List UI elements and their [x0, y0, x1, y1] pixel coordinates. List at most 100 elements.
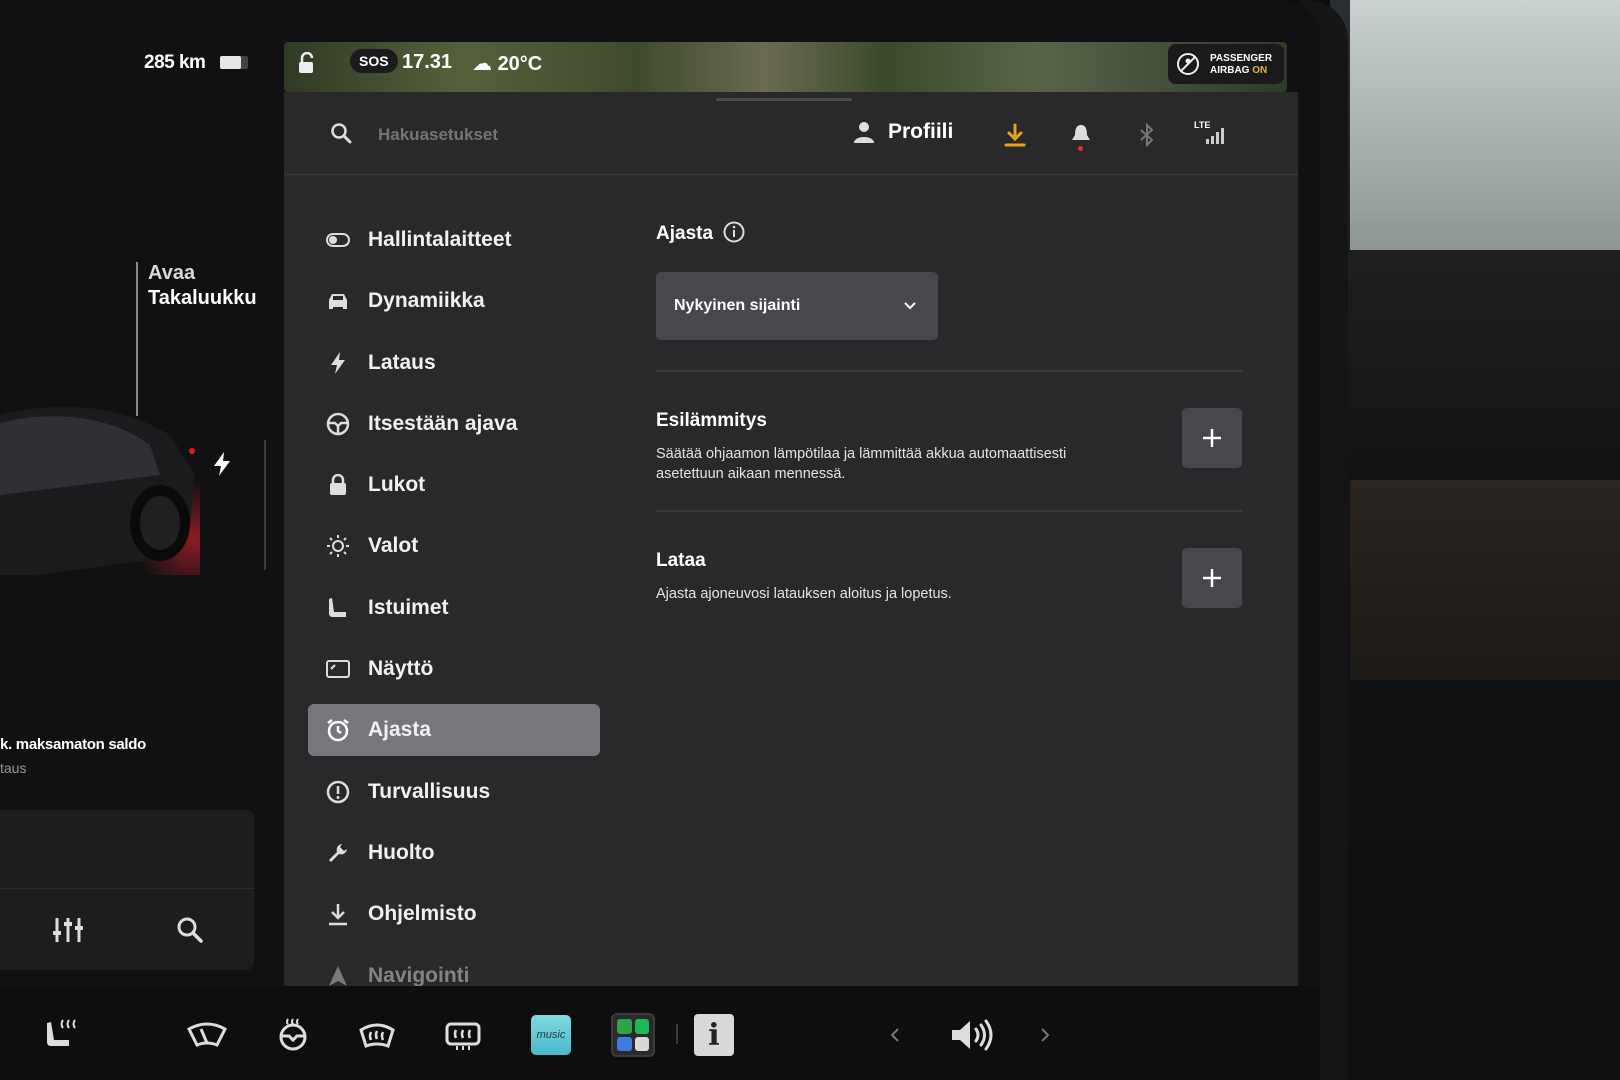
amazon-music-app[interactable]: music	[526, 1010, 576, 1060]
volume-icon[interactable]	[948, 1010, 998, 1060]
bluetooth-app-tile	[617, 1036, 632, 1051]
nav-label: Ajasta	[368, 718, 432, 742]
windshield-wiper-icon[interactable]	[182, 1010, 232, 1060]
nav-item-lukot[interactable]: Lukot	[308, 459, 600, 511]
preheat-row: Esilämmitys Säätää ohjaamon lämpötilaa j…	[656, 372, 1242, 510]
settings-panel: Profiili LTE Hallintalaitteet	[284, 92, 1298, 987]
status-bar: 285 km SOS 17.31 ☁ 20°C PASSENGER AIRBAG…	[0, 38, 1290, 92]
nav-label: Huolto	[368, 840, 435, 864]
profile-label: Profiili	[888, 120, 954, 143]
nav-item-dynamiikka[interactable]: Dynamiikka	[308, 275, 600, 327]
phone-app-tile	[617, 1019, 632, 1034]
nav-label: Ohjelmisto	[368, 902, 477, 926]
nav-label: Itsestään ajava	[368, 411, 518, 435]
download-icon	[308, 902, 368, 926]
settings-nav: Hallintalaitteet Dynamiikka Lataus Itses…	[308, 214, 600, 1011]
airbag-label: AIRBAG	[1210, 65, 1253, 76]
calendar-app-tile	[634, 1036, 649, 1051]
trunk-label: Takaluukku	[148, 287, 257, 309]
unlock-icon[interactable]	[298, 51, 316, 80]
charge-port-bolt-icon[interactable]	[214, 452, 230, 483]
bolt-icon	[308, 351, 368, 374]
chevron-left-icon[interactable]	[880, 1010, 910, 1060]
alert-circle-icon	[308, 780, 368, 804]
open-label: Avaa	[148, 262, 196, 284]
nav-label: Dynamiikka	[368, 289, 485, 313]
add-preheat-button[interactable]	[1182, 408, 1242, 468]
download-icon[interactable]	[1000, 120, 1030, 150]
nav-label: Näyttö	[368, 657, 434, 681]
display-icon	[308, 660, 368, 679]
airbag-line1: PASSENGER	[1210, 53, 1273, 64]
plus-icon	[1203, 569, 1221, 587]
notification-dot	[1078, 146, 1083, 151]
battery-fill	[220, 56, 241, 69]
info-icon[interactable]	[723, 221, 745, 248]
seat-icon	[308, 596, 368, 620]
nav-item-itsestaan-ajava[interactable]: Itsestään ajava	[308, 398, 600, 450]
car-model[interactable]	[0, 395, 200, 575]
weather: ☁ 20°C	[472, 51, 542, 76]
navigation-icon	[308, 965, 368, 987]
charge-title: Lataa	[656, 550, 706, 571]
sos-button[interactable]: SOS	[350, 49, 398, 73]
open-trunk-button[interactable]: Avaa Takaluukku	[148, 262, 257, 310]
trunk-pointer-line	[136, 262, 138, 416]
nav-item-turvallisuus[interactable]: Turvallisuus	[308, 766, 600, 818]
quick-controls-card	[0, 810, 254, 970]
seat-heater-icon[interactable]	[38, 1010, 88, 1060]
steering-heater-icon[interactable]	[268, 1010, 318, 1060]
airbag-indicator: PASSENGER AIRBAG ON	[1168, 44, 1284, 84]
nav-label: Istuimet	[368, 595, 449, 619]
rear-defrost-icon[interactable]	[438, 1010, 488, 1060]
front-defrost-icon[interactable]	[352, 1010, 402, 1060]
person-icon	[854, 122, 874, 143]
sun-icon	[308, 534, 368, 558]
music-app-label: music	[536, 1029, 566, 1041]
chevron-right-icon[interactable]	[1030, 1010, 1060, 1060]
alarm-clock-icon	[308, 718, 368, 742]
nav-item-lataus[interactable]: Lataus	[308, 337, 600, 389]
dashboard-trim	[1350, 480, 1620, 680]
app-launcher[interactable]	[608, 1010, 658, 1060]
balance-subtext: taus	[0, 760, 27, 776]
nav-item-huolto[interactable]: Huolto	[308, 827, 600, 879]
airbag-line2: AIRBAG ON	[1210, 65, 1267, 76]
schedule-title: Ajasta	[656, 223, 714, 244]
nav-label: Hallintalaitteet	[368, 228, 512, 251]
add-charge-button[interactable]	[1182, 548, 1242, 608]
nav-label: Valot	[368, 534, 419, 558]
nav-item-ohjelmisto[interactable]: Ohjelmisto	[308, 888, 600, 940]
steering-wheel-icon	[308, 412, 368, 436]
nav-item-valot[interactable]: Valot	[308, 520, 600, 572]
profile-button[interactable]: Profiili	[854, 120, 953, 144]
search-icon[interactable]	[330, 122, 352, 149]
nav-item-istuimet[interactable]: Istuimet	[308, 582, 600, 634]
schedule-header: Ajasta	[656, 214, 1242, 254]
nav-label: Lataus	[368, 350, 436, 374]
charge-port-line	[264, 440, 266, 570]
settings-search-input[interactable]	[376, 124, 680, 146]
nav-item-ajasta[interactable]: Ajasta	[308, 704, 600, 757]
bluetooth-icon[interactable]	[1132, 120, 1162, 150]
settings-top-bar: Profiili LTE	[284, 92, 1298, 175]
nav-item-naytto[interactable]: Näyttö	[308, 643, 600, 695]
charge-description: Ajasta ajoneuvosi latauksen aloitus ja l…	[656, 586, 952, 602]
nav-item-hallintalaitteet[interactable]: Hallintalaitteet	[308, 214, 600, 266]
balance-notice[interactable]: k. maksamaton saldo	[0, 736, 146, 753]
wrench-icon	[308, 842, 368, 864]
dock-separator	[676, 1024, 678, 1044]
preheat-title: Esilämmitys	[656, 410, 767, 431]
plus-icon	[1203, 429, 1221, 447]
range-readout: 285 km	[144, 52, 206, 73]
bell-icon[interactable]	[1066, 120, 1096, 151]
preheat-description: Säätää ohjaamon lämpötilaa ja lämmittää …	[656, 446, 1067, 482]
manual-app[interactable]: i	[689, 1010, 739, 1060]
lock-icon	[308, 474, 368, 496]
app-grid-icon	[611, 1013, 655, 1057]
charge-row: Lataa Ajasta ajoneuvosi latauksen aloitu…	[656, 512, 1242, 650]
search-icon[interactable]	[170, 910, 210, 950]
location-dropdown[interactable]: Nykyinen sijainti	[656, 272, 938, 340]
airbag-state: ON	[1252, 65, 1268, 76]
sliders-icon[interactable]	[48, 910, 88, 950]
